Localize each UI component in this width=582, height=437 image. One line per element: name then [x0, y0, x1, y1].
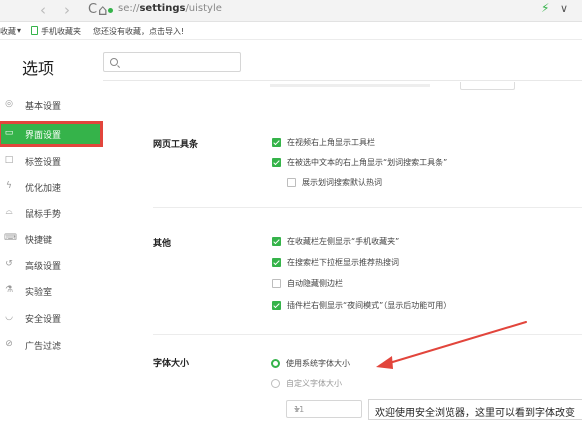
flask-icon: ⚗	[4, 285, 14, 295]
sidebar-item-label: 安全设置	[25, 315, 62, 325]
option-label: 自定义字体大小	[286, 379, 342, 388]
font-size-select[interactable]: 11	[286, 400, 362, 418]
page-title: 选项	[22, 59, 55, 78]
shield-icon: ◡	[5, 312, 13, 322]
previous-option-stub	[270, 84, 430, 87]
mouse-icon: ⌓	[5, 207, 13, 217]
sidebar-item-label: 实验室	[25, 288, 53, 298]
option-label: 在视频右上角显示工具栏	[287, 138, 375, 147]
sidebar-item-interface[interactable]: ▭ 界面设置	[0, 121, 103, 147]
checkbox-checked[interactable]	[272, 158, 281, 167]
reload-icon[interactable]: C	[88, 1, 97, 19]
sidebar-item-shortcuts[interactable]: ⌨ 快捷键	[0, 228, 101, 250]
checkbox-unchecked[interactable]	[287, 178, 296, 187]
checkbox-checked[interactable]	[272, 138, 281, 147]
sidebar-item-speed[interactable]: ϟ 优化加速	[0, 176, 101, 198]
phone-icon	[31, 26, 38, 35]
sidebar-item-label: 界面设置	[25, 131, 62, 141]
bookmarks-favorites[interactable]: 收藏	[0, 26, 16, 37]
option-label: 使用系统字体大小	[286, 359, 350, 368]
section-divider	[153, 334, 582, 335]
sidebar-item-advanced[interactable]: ↺ 高级设置	[0, 254, 101, 276]
sidebar-item-label: 快捷键	[25, 236, 53, 246]
sidebar-item-basic[interactable]: ◎ 基本设置	[0, 94, 101, 116]
sidebar-item-label: 优化加速	[25, 184, 62, 194]
secure-dot-icon	[108, 8, 113, 13]
previous-select-stub[interactable]	[460, 82, 515, 90]
checkbox-unchecked[interactable]	[272, 279, 281, 288]
sidebar-item-lab[interactable]: ⚗ 实验室	[0, 280, 101, 302]
import-hint[interactable]: 您还没有收藏，点击导入!	[93, 26, 184, 37]
sidebar-item-label: 高级设置	[25, 262, 62, 272]
lightning-extension-icon[interactable]: ⚡	[541, 1, 549, 15]
caret-down-icon	[294, 408, 300, 412]
checkbox-checked[interactable]	[272, 301, 281, 310]
sidebar-item-label: 广告过滤	[25, 342, 62, 352]
search-icon	[110, 58, 118, 66]
sidebar-item-gestures[interactable]: ⌓ 鼠标手势	[0, 202, 101, 224]
section-divider	[153, 207, 582, 208]
checkbox-checked[interactable]	[272, 237, 281, 246]
section-title-toolbar: 网页工具条	[153, 140, 199, 150]
address-bar[interactable]: se://settings/uistyle	[118, 3, 222, 14]
header-divider	[103, 80, 582, 81]
option-label: 在搜索栏下拉框显示推荐热搜词	[287, 258, 399, 267]
option-label: 插件栏右侧显示“夜间模式”（显示后功能可用）	[287, 301, 452, 310]
sidebar-item-security[interactable]: ◡ 安全设置	[0, 307, 101, 329]
section-title-other: 其他	[153, 239, 172, 249]
bookmarks-bar: 收藏 ▾ 手机收藏夹 您还没有收藏，点击导入!	[0, 22, 582, 40]
sidebar-item-tabs[interactable]: □ 标签设置	[0, 150, 101, 172]
radio-selected[interactable]	[271, 359, 280, 368]
font-preview-text: 欢迎使用安全浏览器，这里可以看到字体改变	[375, 408, 575, 419]
section-title-font-size: 字体大小	[153, 359, 190, 369]
option-label: 在收藏栏左侧显示“手机收藏夹”	[287, 237, 400, 246]
sidebar-item-label: 鼠标手势	[25, 210, 62, 220]
option-label: 自动隐藏侧边栏	[287, 279, 343, 288]
caret-down-icon[interactable]: ▾	[17, 26, 21, 35]
window-icon: ▭	[4, 128, 14, 138]
chevron-down-icon[interactable]: ∨	[560, 2, 568, 15]
gear-icon: ◎	[5, 99, 13, 109]
sidebar-item-label: 基本设置	[25, 102, 62, 112]
option-label: 在被选中文本的右上角显示“划词搜索工具条”	[287, 158, 448, 167]
block-icon: ⊘	[5, 339, 13, 349]
wrench-icon: ↺	[5, 259, 13, 269]
search-input[interactable]	[122, 55, 237, 70]
checkbox-checked[interactable]	[272, 258, 281, 267]
tab-icon: □	[4, 155, 14, 165]
sidebar-item-label: 标签设置	[25, 158, 62, 168]
settings-search[interactable]	[103, 52, 241, 72]
mobile-favorites-link[interactable]: 手机收藏夹	[41, 26, 81, 37]
font-preview-box: 欢迎使用安全浏览器，这里可以看到字体改变	[368, 399, 582, 420]
sidebar-item-adblock[interactable]: ⊘ 广告过滤	[0, 334, 101, 356]
back-arrow-icon[interactable]: ›	[40, 1, 46, 19]
keyboard-icon: ⌨	[4, 233, 17, 243]
browser-toolbar: › › C ⌂ se://settings/uistyle ⚡ ∨	[0, 0, 582, 22]
forward-arrow-icon[interactable]: ›	[64, 1, 70, 19]
option-label: 展示划词搜索默认热词	[302, 178, 382, 187]
radio-unselected[interactable]	[271, 379, 280, 388]
home-icon[interactable]: ⌂	[98, 1, 108, 19]
lightning-icon: ϟ	[6, 181, 12, 191]
